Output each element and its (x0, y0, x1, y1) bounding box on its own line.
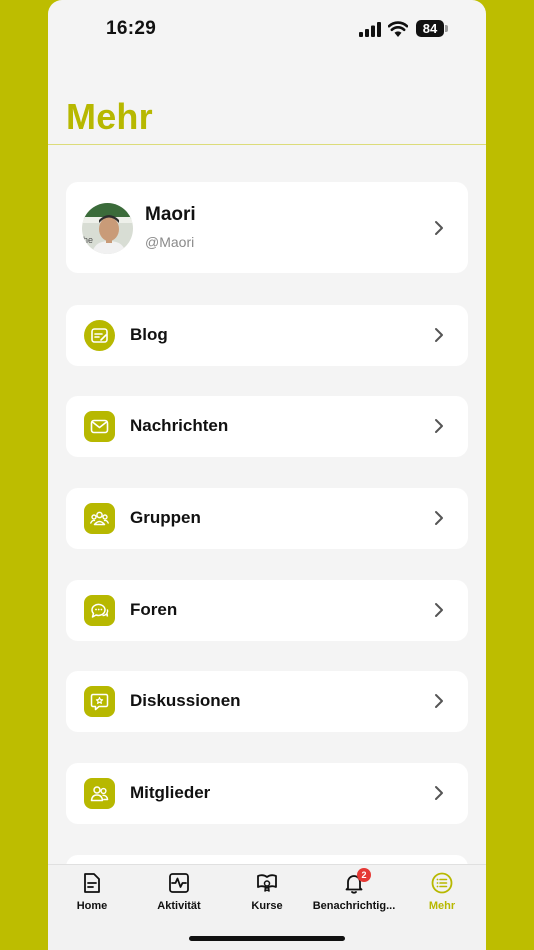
status-bar: 16:29 84 (48, 0, 486, 58)
status-time: 16:29 (106, 18, 157, 39)
profile-handle: @Maori (145, 234, 195, 250)
menu-item-foren[interactable]: Foren (66, 580, 468, 641)
tab-label: Home (76, 900, 108, 912)
blog-icon (84, 320, 115, 351)
document-icon (84, 873, 100, 893)
tab-label: Benachrichtig... (312, 900, 396, 912)
envelope-icon (84, 411, 115, 442)
chevron-right-icon (435, 328, 443, 342)
title-divider (48, 144, 486, 145)
menu-item-mitglieder[interactable]: Mitglieder (66, 763, 468, 824)
menu-item-label: Diskussionen (130, 691, 241, 710)
chevron-right-icon (435, 221, 443, 235)
tab-home[interactable]: Home (48, 871, 136, 919)
course-icon (257, 874, 277, 892)
activity-icon (169, 873, 189, 893)
profile-card[interactable]: he Maori @Maori (66, 182, 468, 273)
chevron-right-icon (435, 511, 443, 525)
avatar: he (82, 203, 133, 254)
tab-mehr[interactable]: Mehr (398, 871, 486, 919)
menu-item-label: Gruppen (130, 508, 201, 527)
members-icon (84, 778, 115, 809)
notification-badge: 2 (357, 868, 371, 882)
home-indicator[interactable] (189, 936, 345, 941)
chevron-right-icon (435, 786, 443, 800)
menu-item-label: Nachrichten (130, 416, 229, 435)
menu-item-label: Blog (130, 325, 168, 344)
page-title: Mehr (66, 96, 153, 137)
tab-kurse[interactable]: Kurse (223, 871, 311, 919)
tab-aktivitaet[interactable]: Aktivität (135, 871, 223, 919)
discussion-icon (84, 686, 115, 717)
battery-indicator: 84 (416, 20, 448, 37)
tab-label: Kurse (251, 900, 283, 912)
chevron-right-icon (435, 419, 443, 433)
tab-label: Mehr (428, 900, 456, 912)
chevron-right-icon (435, 694, 443, 708)
cellular-signal-icon (359, 22, 381, 37)
menu-item-gruppen[interactable]: Gruppen (66, 488, 468, 549)
profile-name: Maori (145, 204, 196, 225)
chevron-right-icon (435, 603, 443, 617)
battery-cap (445, 25, 448, 32)
list-icon (431, 872, 453, 894)
menu-item-diskussionen[interactable]: Diskussionen (66, 671, 468, 732)
groups-icon (84, 503, 115, 534)
wifi-icon (388, 21, 408, 37)
app-screen: 16:29 84 Mehr he Maori @Maori Blog Nachr… (48, 0, 486, 950)
chat-bubbles-icon (84, 595, 115, 626)
tab-benachrichtigungen[interactable]: 2 Benachrichtig... (310, 868, 398, 919)
battery-level: 84 (422, 21, 438, 36)
svg-text:he: he (83, 235, 93, 245)
tab-label: Aktivität (157, 900, 201, 912)
menu-item-nachrichten[interactable]: Nachrichten (66, 396, 468, 457)
menu-item-label: Mitglieder (130, 783, 211, 802)
menu-item-blog[interactable]: Blog (66, 305, 468, 366)
menu-item-label: Foren (130, 600, 178, 619)
